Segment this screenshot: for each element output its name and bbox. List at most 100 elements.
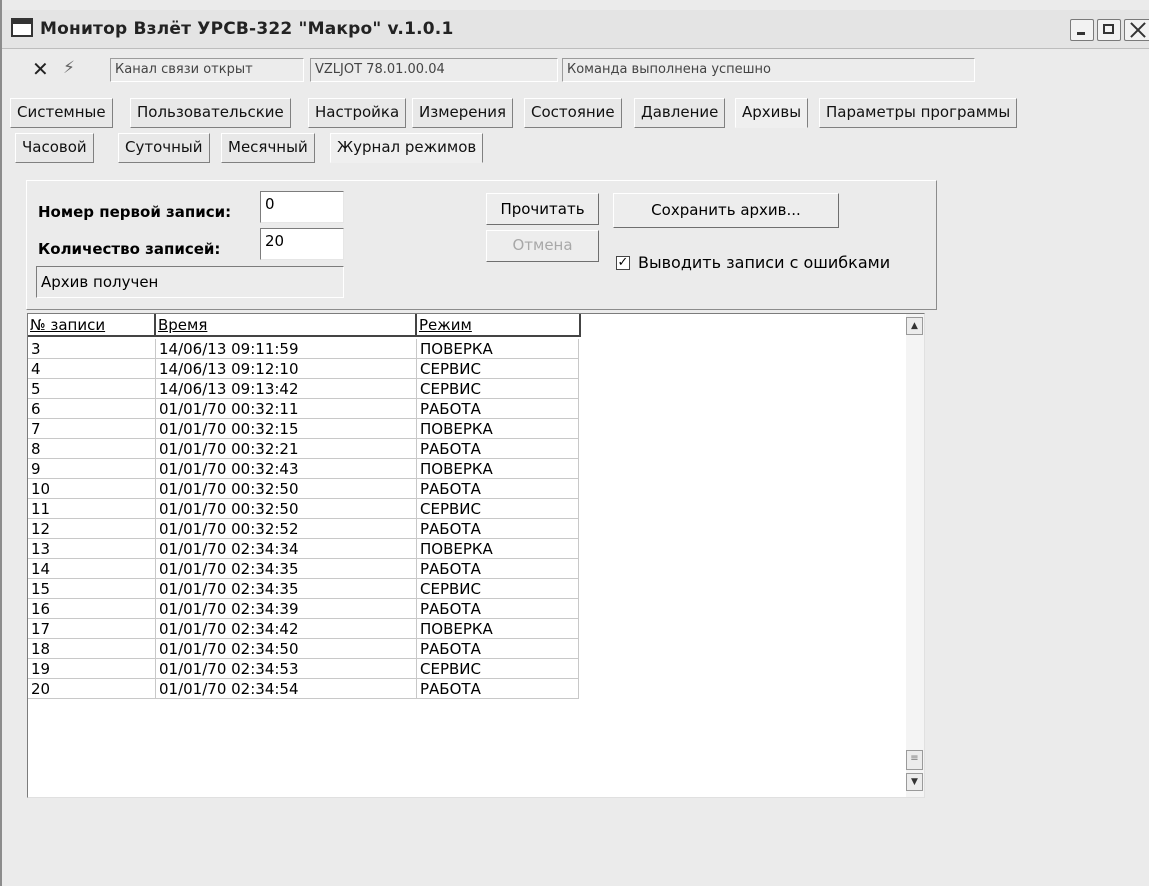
cell-record-no: 20 [28, 679, 156, 699]
signal-icon: ⚡ [63, 58, 75, 78]
cell-mode: ПОВЕРКА [417, 419, 579, 439]
cell-record-no: 14 [28, 559, 156, 579]
window-title: Монитор Взлёт УРСВ-322 "Макро" v.1.0.1 [40, 19, 454, 39]
table-row[interactable]: 14 01/01/70 02:34:35 РАБОТА [28, 559, 579, 579]
table-row[interactable]: 17 01/01/70 02:34:42 ПОВЕРКА [28, 619, 579, 639]
cell-record-no: 3 [28, 339, 156, 359]
scroll-down-button[interactable]: ▼ [906, 773, 923, 791]
tab-measurements[interactable]: Измерения [412, 98, 514, 128]
cell-mode: СЕРВИС [417, 659, 579, 679]
cell-time: 01/01/70 00:32:50 [156, 499, 417, 519]
cell-record-no: 19 [28, 659, 156, 679]
tab-user[interactable]: Пользовательские [130, 98, 291, 128]
table-row[interactable]: 13 01/01/70 02:34:34 ПОВЕРКА [28, 539, 579, 559]
tab-archives[interactable]: Архивы [735, 98, 809, 128]
column-header-time[interactable]: Время [156, 314, 417, 337]
cell-mode: РАБОТА [417, 479, 579, 499]
show-errors-label: Выводить записи с ошибками [638, 253, 891, 272]
cell-mode: СЕРВИС [417, 379, 579, 399]
tab-state[interactable]: Состояние [524, 98, 622, 128]
cell-record-no: 7 [28, 419, 156, 439]
table-row[interactable]: 20 01/01/70 02:34:54 РАБОТА [28, 679, 579, 699]
cell-time: 14/06/13 09:11:59 [156, 339, 417, 359]
table-row[interactable]: 19 01/01/70 02:34:53 СЕРВИС [28, 659, 579, 679]
tab-system[interactable]: Системные [10, 98, 113, 128]
tab-pressure[interactable]: Давление [634, 98, 726, 128]
table-row[interactable]: 7 01/01/70 00:32:15 ПОВЕРКА [28, 419, 579, 439]
table-row[interactable]: 16 01/01/70 02:34:39 РАБОТА [28, 599, 579, 619]
cell-mode: СЕРВИС [417, 359, 579, 379]
app-window: Монитор Взлёт УРСВ-322 "Макро" v.1.0.1 ✕… [0, 0, 1149, 886]
plug-icon[interactable]: ✕ [32, 57, 49, 81]
cell-mode: РАБОТА [417, 559, 579, 579]
cell-record-no: 12 [28, 519, 156, 539]
title-bar: Монитор Взлёт УРСВ-322 "Макро" v.1.0.1 [2, 10, 1149, 49]
cell-record-no: 4 [28, 359, 156, 379]
cell-time: 01/01/70 02:34:34 [156, 539, 417, 559]
cell-mode: РАБОТА [417, 439, 579, 459]
first-record-input[interactable]: 0 [260, 191, 344, 223]
tab-hourly[interactable]: Часовой [15, 133, 94, 163]
cancel-button[interactable]: Отмена [486, 230, 599, 262]
cell-time: 01/01/70 02:34:35 [156, 579, 417, 599]
tab-daily[interactable]: Суточный [118, 133, 210, 163]
tab-settings[interactable]: Настройка [308, 98, 407, 128]
vertical-scrollbar[interactable]: ▲ ≡ ▼ [906, 314, 924, 797]
tab-program-params[interactable]: Параметры программы [819, 98, 1018, 128]
table-row[interactable]: 11 01/01/70 00:32:50 СЕРВИС [28, 499, 579, 519]
cell-time: 01/01/70 00:32:21 [156, 439, 417, 459]
tab-monthly[interactable]: Месячный [221, 133, 315, 163]
record-count-input[interactable]: 20 [260, 228, 344, 260]
cell-record-no: 6 [28, 399, 156, 419]
scroll-up-button[interactable]: ▲ [906, 317, 923, 335]
column-header-record-no[interactable]: № записи [28, 314, 156, 337]
cell-mode: ПОВЕРКА [417, 339, 579, 359]
cell-time: 01/01/70 02:34:53 [156, 659, 417, 679]
command-status: Команда выполнена успешно [562, 58, 975, 82]
cell-time: 01/01/70 02:34:35 [156, 559, 417, 579]
cell-mode: ПОВЕРКА [417, 459, 579, 479]
table-row[interactable]: 4 14/06/13 09:12:10 СЕРВИС [28, 359, 579, 379]
cell-record-no: 16 [28, 599, 156, 619]
cell-time: 01/01/70 00:32:50 [156, 479, 417, 499]
scroll-thumb[interactable]: ≡ [906, 750, 923, 770]
first-record-label: Номер первой записи: [38, 203, 232, 221]
cell-time: 14/06/13 09:13:42 [156, 379, 417, 399]
table-row[interactable]: 9 01/01/70 00:32:43 ПОВЕРКА [28, 459, 579, 479]
maximize-button[interactable] [1097, 19, 1121, 41]
table-row[interactable]: 3 14/06/13 09:11:59 ПОВЕРКА [28, 339, 579, 359]
cell-record-no: 9 [28, 459, 156, 479]
cell-mode: РАБОТА [417, 519, 579, 539]
column-header-mode[interactable]: Режим [417, 314, 581, 337]
close-button[interactable] [1124, 19, 1149, 41]
table-row[interactable]: 8 01/01/70 00:32:21 РАБОТА [28, 439, 579, 459]
minimize-button[interactable] [1070, 19, 1094, 41]
mode-log-table[interactable]: № записи Время Режим 3 14/06/13 09:11:59 П… [27, 313, 925, 798]
record-count-label: Количество записей: [38, 240, 221, 258]
table-row[interactable]: 6 01/01/70 00:32:11 РАБОТА [28, 399, 579, 419]
table-row[interactable]: 12 01/01/70 00:32:52 РАБОТА [28, 519, 579, 539]
table-row[interactable]: 18 01/01/70 02:34:50 РАБОТА [28, 639, 579, 659]
save-archive-button[interactable]: Сохранить архив... [613, 193, 839, 228]
table-row[interactable]: 5 14/06/13 09:13:42 СЕРВИС [28, 379, 579, 399]
cell-time: 14/06/13 09:12:10 [156, 359, 417, 379]
cell-mode: ПОВЕРКА [417, 539, 579, 559]
channel-status: Канал связи открыт [110, 58, 304, 82]
app-icon[interactable] [11, 18, 33, 37]
cell-mode: РАБОТА [417, 599, 579, 619]
cell-time: 01/01/70 00:32:15 [156, 419, 417, 439]
cell-mode: РАБОТА [417, 399, 579, 419]
cell-record-no: 18 [28, 639, 156, 659]
cell-record-no: 13 [28, 539, 156, 559]
cell-time: 01/01/70 00:32:52 [156, 519, 417, 539]
read-button[interactable]: Прочитать [486, 193, 599, 225]
connection-status-bar: ✕ ⚡ Канал связи открыт VZLJOT 78.01.00.0… [10, 52, 1149, 88]
cell-time: 01/01/70 02:34:42 [156, 619, 417, 639]
cell-time: 01/01/70 00:32:43 [156, 459, 417, 479]
tab-mode-log[interactable]: Журнал режимов [330, 133, 484, 163]
cell-record-no: 10 [28, 479, 156, 499]
table-row[interactable]: 10 01/01/70 00:32:50 РАБОТА [28, 479, 579, 499]
table-row[interactable]: 15 01/01/70 02:34:35 СЕРВИС [28, 579, 579, 599]
cell-mode: ПОВЕРКА [417, 619, 579, 639]
show-errors-checkbox[interactable]: ✓ [616, 256, 630, 270]
